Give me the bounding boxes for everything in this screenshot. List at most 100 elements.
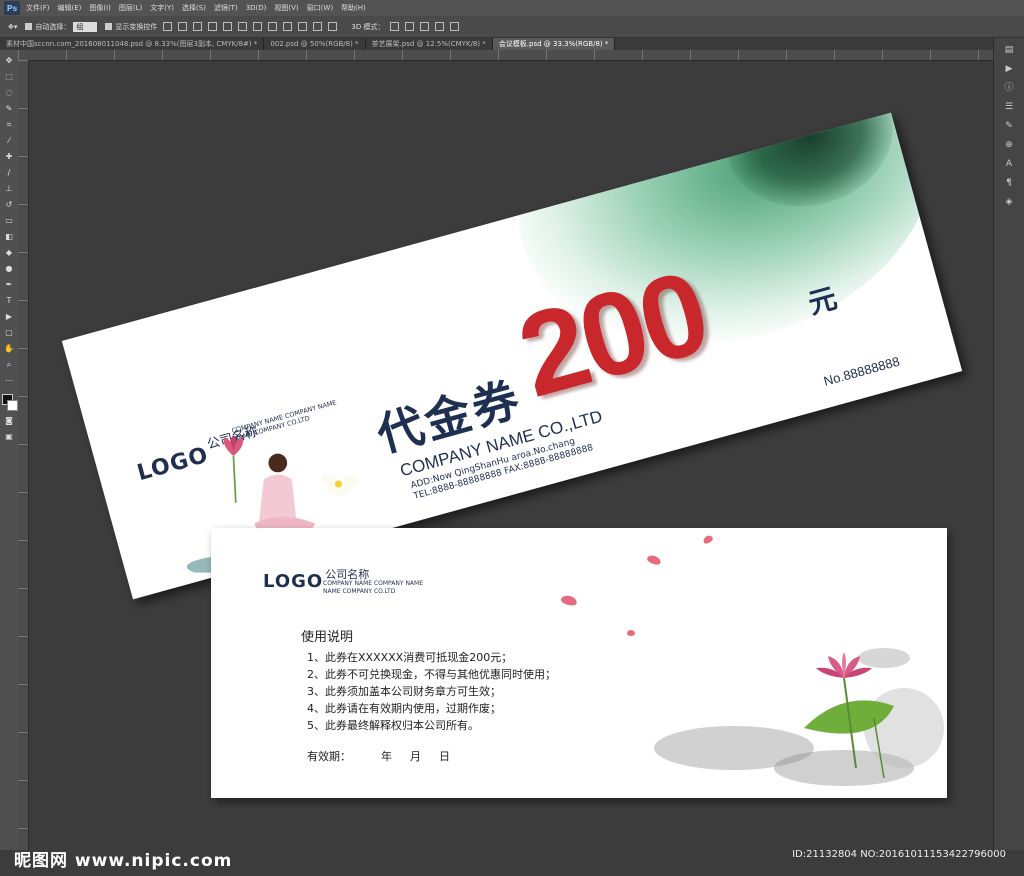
menu-layer[interactable]: 图层(L) bbox=[119, 3, 142, 13]
brush-tool-icon[interactable]: ∕ bbox=[4, 167, 15, 178]
actions-panel-icon[interactable]: ▶ bbox=[1000, 62, 1018, 76]
path-select-tool-icon[interactable]: ▶ bbox=[4, 311, 15, 322]
distribute-hcenter-icon[interactable] bbox=[313, 22, 323, 31]
validity-month: 月 bbox=[410, 750, 421, 763]
petal-decoration bbox=[701, 533, 715, 546]
clone-source-panel-icon[interactable]: ⊕ bbox=[1000, 138, 1018, 152]
zoom-tool-icon[interactable]: ⌕ bbox=[4, 359, 15, 370]
auto-select-checkbox[interactable] bbox=[25, 23, 33, 30]
menu-help[interactable]: 帮助(H) bbox=[341, 3, 366, 13]
crop-tool-icon[interactable]: ⌗ bbox=[4, 119, 15, 130]
petal-decoration bbox=[627, 630, 635, 636]
tab-document-3[interactable]: 茶艺展架.psd @ 12.5%(CMYK/8) * bbox=[366, 38, 493, 50]
eyedropper-tool-icon[interactable]: ⁄ bbox=[4, 135, 15, 146]
menu-bar: Ps 文件(F) 编辑(E) 图像(I) 图层(L) 文字(Y) 选择(S) 滤… bbox=[0, 0, 1024, 16]
blur-tool-icon[interactable]: ◆ bbox=[4, 247, 15, 258]
menu-window[interactable]: 窗口(W) bbox=[307, 3, 333, 13]
instructions-title: 使用说明 bbox=[301, 630, 354, 645]
menu-filter[interactable]: 滤镜(T) bbox=[214, 3, 238, 13]
quick-select-tool-icon[interactable]: ✎ bbox=[4, 103, 15, 114]
screen-mode-icon[interactable]: ▣ bbox=[4, 431, 15, 442]
menu-edit[interactable]: 编辑(E) bbox=[58, 3, 82, 13]
distribute-bottom-icon[interactable] bbox=[283, 22, 293, 31]
lasso-tool-icon[interactable]: ◌ bbox=[4, 87, 15, 98]
shape-tool-icon[interactable]: ▢ bbox=[4, 327, 15, 338]
show-transform-option[interactable]: 显示变换控件 bbox=[105, 22, 157, 32]
toolbox: ✥ ⬚ ◌ ✎ ⌗ ⁄ ✚ ∕ ⊥ ↺ ▭ ◧ ◆ ● ✒ T ▶ ▢ ✋ ⌕ … bbox=[0, 50, 18, 850]
character-panel-icon[interactable]: A bbox=[1000, 157, 1018, 171]
more-tools-icon[interactable]: ⋯ bbox=[4, 375, 15, 386]
eraser-tool-icon[interactable]: ▭ bbox=[4, 215, 15, 226]
menu-image[interactable]: 图像(I) bbox=[89, 3, 111, 13]
instruction-item: 2、此券不可兑换现金，不得与其他优惠同时使用； bbox=[307, 668, 556, 681]
slide-3d-icon[interactable] bbox=[435, 22, 445, 31]
history-panel-icon[interactable]: ▤ bbox=[1000, 43, 1018, 57]
horizontal-ruler bbox=[18, 50, 994, 61]
dodge-tool-icon[interactable]: ● bbox=[4, 263, 15, 274]
scale-3d-icon[interactable] bbox=[450, 22, 460, 31]
validity-year: 年 bbox=[381, 750, 392, 763]
mode-3d-label: 3D 模式： bbox=[351, 22, 385, 31]
watermark-logo: 昵图网 www.nipic.com bbox=[14, 851, 233, 871]
validity-row: 有效期： 年 月 日 bbox=[307, 748, 468, 764]
instructions-list: 1、此券在XXXXXX消费可抵现金200元； 2、此券不可兑换现金，不得与其他优… bbox=[307, 649, 556, 734]
photoshop-logo-icon: Ps bbox=[4, 1, 20, 15]
instruction-item: 4、此券请在有效期内使用，过期作废； bbox=[307, 702, 501, 715]
move-tool-icon[interactable]: ✥ bbox=[4, 55, 15, 66]
paragraph-panel-icon[interactable]: ¶ bbox=[1000, 176, 1018, 190]
tab-document-4[interactable]: 会议模板.psd @ 33.3%(RGB/8) * bbox=[492, 38, 616, 50]
healing-tool-icon[interactable]: ✚ bbox=[4, 151, 15, 162]
menu-3d[interactable]: 3D(D) bbox=[246, 4, 267, 12]
distribute-left-icon[interactable] bbox=[298, 22, 308, 31]
align-bottom-icon[interactable] bbox=[193, 22, 203, 31]
distribute-top-icon[interactable] bbox=[253, 22, 263, 31]
menu-view[interactable]: 视图(V) bbox=[274, 3, 298, 13]
history-brush-tool-icon[interactable]: ↺ bbox=[4, 199, 15, 210]
auto-select-label: 自动选择： bbox=[35, 22, 71, 31]
rotate-3d-icon[interactable] bbox=[390, 22, 400, 31]
color-swatches[interactable] bbox=[2, 394, 18, 411]
distribute-vcenter-icon[interactable] bbox=[268, 22, 278, 31]
auto-select-option[interactable]: 自动选择： 组 bbox=[25, 21, 98, 32]
petal-decoration bbox=[646, 553, 662, 567]
show-transform-checkbox[interactable] bbox=[105, 23, 113, 30]
gradient-tool-icon[interactable]: ◧ bbox=[4, 231, 15, 242]
align-right-icon[interactable] bbox=[238, 22, 248, 31]
align-hcenter-icon[interactable] bbox=[223, 22, 233, 31]
quick-mask-icon[interactable]: ◙ bbox=[4, 415, 15, 426]
auto-select-dropdown[interactable]: 组 bbox=[73, 21, 98, 32]
validity-label: 有效期： bbox=[307, 750, 351, 763]
brush-panel-icon[interactable]: ✎ bbox=[1000, 119, 1018, 133]
3d-panel-icon[interactable]: ◈ bbox=[1000, 195, 1018, 209]
ink-lotus-illustration bbox=[654, 648, 944, 786]
instruction-item: 5、此券最终解释权归本公司所有。 bbox=[307, 719, 479, 732]
hand-tool-icon[interactable]: ✋ bbox=[4, 343, 15, 354]
back-logo-text: LOGO bbox=[263, 571, 324, 592]
roll-3d-icon[interactable] bbox=[405, 22, 415, 31]
pen-tool-icon[interactable]: ✒ bbox=[4, 279, 15, 290]
align-vcenter-icon[interactable] bbox=[178, 22, 188, 31]
show-transform-label: 显示变换控件 bbox=[115, 22, 158, 31]
properties-panel-icon[interactable]: ☰ bbox=[1000, 100, 1018, 114]
menu-type[interactable]: 文字(Y) bbox=[150, 3, 174, 13]
vertical-ruler bbox=[18, 60, 29, 850]
menu-select[interactable]: 选择(S) bbox=[182, 3, 206, 13]
align-top-icon[interactable] bbox=[163, 22, 173, 31]
align-left-icon[interactable] bbox=[208, 22, 218, 31]
watermark-id: ID:21132804 NO:20161011153422796000 bbox=[792, 849, 1006, 860]
marquee-tool-icon[interactable]: ⬚ bbox=[4, 71, 15, 82]
background-color-swatch[interactable] bbox=[7, 400, 18, 411]
instruction-item: 1、此券在XXXXXX消费可抵现金200元； bbox=[307, 651, 513, 664]
voucher-front: LOGO 公司名称 COMPANY NAME COMPANY NAME NAME… bbox=[61, 112, 963, 600]
menu-file[interactable]: 文件(F) bbox=[26, 3, 50, 13]
distribute-right-icon[interactable] bbox=[328, 22, 338, 31]
pan-3d-icon[interactable] bbox=[420, 22, 430, 31]
voucher-serial-number: No.88888888 bbox=[821, 353, 902, 389]
type-tool-icon[interactable]: T bbox=[4, 295, 15, 306]
stamp-tool-icon[interactable]: ⊥ bbox=[4, 183, 15, 194]
tab-document-1[interactable]: 素材中国sccnn.com_20160801104​8.psd @ 8.33%(… bbox=[0, 38, 265, 50]
move-tool-icon[interactable]: ✥▾ bbox=[8, 23, 17, 31]
info-panel-icon[interactable]: ⓘ bbox=[1000, 81, 1018, 95]
tab-document-2[interactable]: 002.psd @ 50%(RGB/8) * bbox=[264, 38, 366, 50]
back-company-name-small-line-1: COMPANY NAME COMPANY NAME bbox=[323, 580, 424, 587]
